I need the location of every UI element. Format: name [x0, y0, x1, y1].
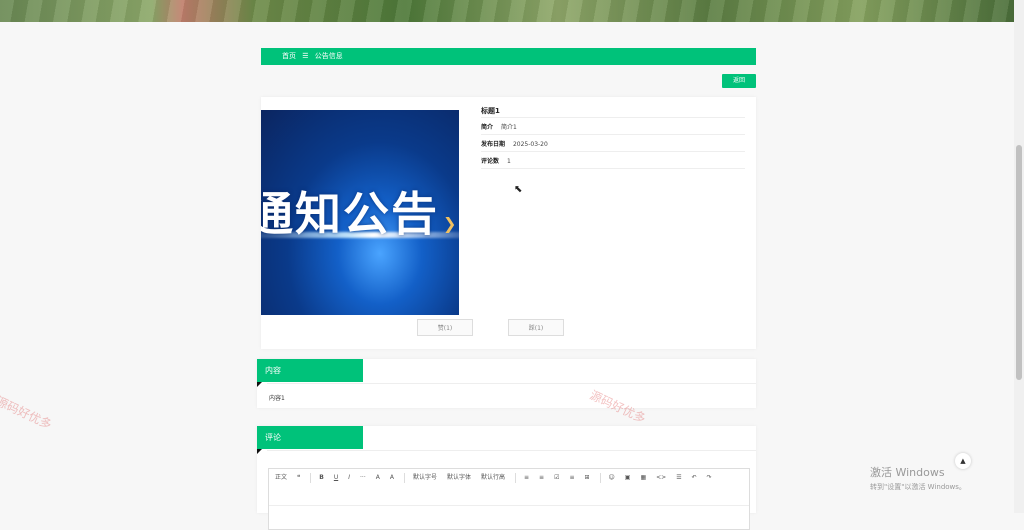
back-to-top-icon[interactable]: ▲ — [955, 453, 971, 469]
watermark-text: 源码好优多 — [0, 393, 54, 432]
bold-icon[interactable]: B — [319, 471, 324, 485]
dislike-button[interactable]: 踩(1) — [508, 319, 564, 336]
detail-row-date: 发布日期 2025-03-20 — [481, 135, 745, 152]
breadcrumb-home[interactable]: 首页 — [282, 52, 296, 60]
windows-activation-notice: 激活 Windows 转到"设置"以激活 Windows。 — [870, 464, 966, 492]
emoji-icon[interactable]: ☺ — [609, 471, 615, 485]
section-divider — [267, 383, 756, 384]
carousel-image-text: 通知公告 — [261, 187, 439, 241]
paragraph-style-select[interactable]: 正文 — [275, 471, 287, 485]
blockquote-icon[interactable]: ❝ — [297, 471, 300, 485]
detail-info: 标题1 简介 简介1 发布日期 2025-03-20 评论数 1 — [481, 105, 745, 169]
toolbar-divider — [599, 473, 601, 483]
scrollbar-thumb[interactable] — [1016, 145, 1022, 380]
redo-icon[interactable]: ↷ — [707, 471, 712, 485]
content-section: 内容 内容1 — [257, 359, 756, 408]
image-carousel[interactable]: 通知公告 ❯ — [261, 110, 459, 315]
windows-activation-subtitle: 转到"设置"以激活 Windows。 — [870, 483, 966, 491]
mouse-cursor-icon: ⬉ — [514, 184, 523, 195]
indent-icon[interactable]: ⊞ — [585, 471, 590, 485]
image-icon[interactable]: ▣ — [625, 471, 631, 485]
font-family-select[interactable]: 默认字体 — [447, 471, 471, 485]
detail-row-summary: 简介 简介1 — [481, 118, 745, 135]
like-button[interactable]: 赞(1) — [417, 319, 473, 336]
breadcrumb: 首页 ☰ 公告信息 — [261, 48, 756, 65]
breadcrumb-separator-icon: ☰ — [302, 52, 309, 60]
announcement-detail-card: 通知公告 ❯ 标题1 简介 简介1 发布日期 2025-03-20 评论数 1 … — [261, 97, 756, 349]
font-size-select[interactable]: 默认字号 — [413, 471, 437, 485]
content-text: 内容1 — [269, 395, 285, 402]
carousel-next-icon[interactable]: ❯ — [443, 214, 456, 233]
numbered-list-icon[interactable]: ≡ — [539, 471, 544, 485]
detail-row-key: 评论数 — [481, 158, 500, 165]
detail-row-value: 1 — [506, 158, 511, 165]
content-section-tab: 内容 — [257, 359, 363, 387]
comment-rich-text-editor[interactable]: 正文 ❝ B U I ··· A A 默认字号 默认字体 默认行高 ≡ ≡ ☑ … — [268, 468, 750, 530]
detail-row-comment-count: 评论数 1 — [481, 152, 745, 169]
bulleted-list-icon[interactable]: ≡ — [524, 471, 529, 485]
comment-section: 评论 正文 ❝ B U I ··· A A 默认字号 默认字体 默认行高 ≡ ≡… — [257, 426, 756, 530]
windows-activation-title: 激活 Windows — [870, 466, 945, 479]
editor-toolbar: 正文 ❝ B U I ··· A A 默认字号 默认字体 默认行高 ≡ ≡ ☑ … — [269, 469, 749, 485]
underline-icon[interactable]: U — [334, 471, 338, 485]
back-button[interactable]: 返回 — [722, 74, 756, 88]
todo-list-icon[interactable]: ☑ — [554, 471, 559, 485]
toolbar-divider — [310, 473, 312, 483]
editor-text-area[interactable] — [269, 505, 749, 529]
detail-row-value: 简介1 — [500, 124, 517, 131]
comment-section-tab: 评论 — [257, 426, 363, 454]
align-icon[interactable]: ≡ — [569, 471, 574, 485]
detail-row-value: 2025-03-20 — [512, 141, 548, 148]
detail-title: 标题1 — [481, 105, 745, 118]
section-divider — [267, 450, 756, 451]
code-icon[interactable]: <> — [656, 471, 666, 485]
detail-row-key: 发布日期 — [481, 141, 506, 148]
line-height-select[interactable]: 默认行高 — [481, 471, 505, 485]
font-color-icon[interactable]: A — [376, 471, 380, 485]
undo-icon[interactable]: ↶ — [692, 471, 697, 485]
breadcrumb-current: 公告信息 — [314, 52, 343, 60]
page-scrollbar[interactable] — [1014, 0, 1024, 513]
table-icon[interactable]: ▦ — [640, 471, 646, 485]
italic-icon[interactable]: I — [348, 471, 350, 485]
header-banner-image — [0, 0, 1014, 22]
background-color-icon[interactable]: A — [390, 471, 394, 485]
more-styles-icon[interactable]: ··· — [360, 471, 366, 485]
toolbar-divider — [515, 473, 517, 483]
detail-row-key: 简介 — [481, 124, 494, 131]
toolbar-divider — [403, 473, 405, 483]
divider-line-icon[interactable]: ☰ — [676, 471, 681, 485]
